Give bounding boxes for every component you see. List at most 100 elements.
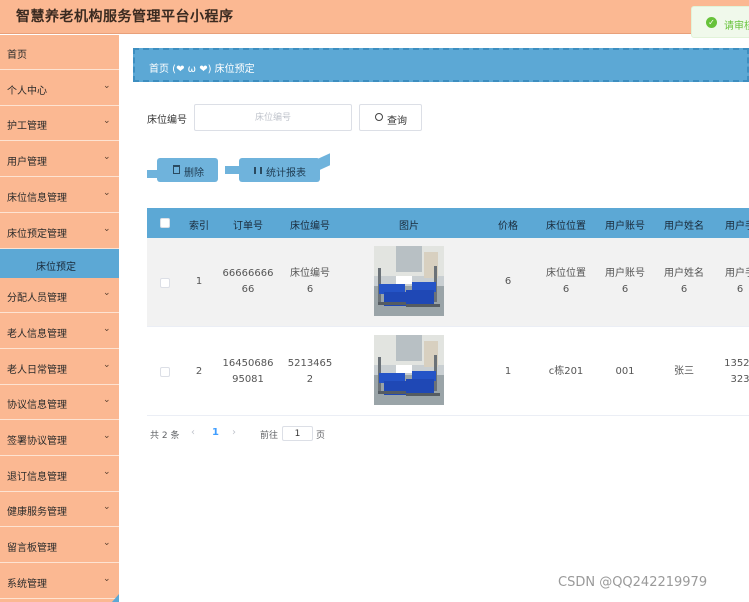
page-number-current[interactable]: 1 <box>212 427 219 438</box>
pagination: 共 2 条 ‹ 1 › 前往 页 <box>150 426 550 442</box>
chevron-left-icon[interactable]: ‹ <box>191 427 195 438</box>
chevron-down-icon: ⌄ <box>103 502 111 513</box>
sidebar-item-label: 首页 <box>7 50 27 61</box>
sidebar-item[interactable]: 老人日常管理 ⌄ <box>0 350 119 385</box>
cell-user-phone: 用户手6 <box>725 268 749 295</box>
sidebar-item-label: 护工管理 <box>7 121 47 133</box>
chevron-down-icon: ⌄ <box>103 187 111 198</box>
sidebar-item[interactable]: 健康服务管理 ⌄ <box>0 492 119 528</box>
sidebar-subitem-label: 床位预定 <box>36 262 76 274</box>
bed-photo-thumbnail[interactable] <box>374 246 444 316</box>
sidebar-item[interactable]: 床位信息管理 ⌄ <box>0 178 119 213</box>
row-checkbox[interactable] <box>160 278 170 288</box>
sidebar-corner-decoration <box>112 594 119 602</box>
row-checkbox[interactable] <box>160 367 170 377</box>
column-header-order-no: 订单号 <box>233 221 263 232</box>
sidebar-item[interactable]: 老人信息管理 ⌄ <box>0 314 119 349</box>
sidebar-item[interactable]: 护工管理 ⌄ <box>0 106 119 142</box>
select-all-checkbox[interactable] <box>160 218 170 228</box>
cell-price: 1 <box>504 366 512 377</box>
sidebar-item[interactable]: 协议信息管理 ⌄ <box>0 385 119 421</box>
sidebar-item[interactable]: 个人中心 ⌄ <box>0 71 119 106</box>
cell-index: 1 <box>195 276 203 287</box>
chevron-down-icon: ⌄ <box>103 538 111 549</box>
chevron-down-icon: ⌄ <box>103 80 111 91</box>
sidebar-item-label: 退订信息管理 <box>7 471 67 483</box>
cell-user-account: 001 <box>615 366 635 377</box>
chevron-down-icon: ⌄ <box>103 223 111 234</box>
statistics-report-label: 统计报表 <box>266 168 306 179</box>
check-circle-icon: ✓ <box>706 17 717 28</box>
column-header-bed-location: 床位位置 <box>546 221 586 232</box>
pagination-total: 共 2 条 <box>150 431 180 441</box>
sidebar-item[interactable]: 首页 <box>0 35 119 70</box>
bed-photo <box>374 335 444 405</box>
chevron-down-icon: ⌄ <box>103 466 111 477</box>
sidebar-item[interactable]: 退订信息管理 ⌄ <box>0 457 119 492</box>
sidebar-item-label: 床位信息管理 <box>7 192 67 204</box>
query-button-label: 查询 <box>387 116 407 127</box>
column-header-index: 索引 <box>189 221 209 232</box>
column-header-user-account: 用户账号 <box>605 221 645 232</box>
chevron-down-icon: ⌄ <box>103 431 111 441</box>
bed-photo-thumbnail[interactable] <box>374 335 444 405</box>
pagination-page-suffix: 页 <box>316 431 326 441</box>
chevron-right-icon[interactable]: › <box>232 427 236 438</box>
sidebar-item-label: 健康服务管理 <box>7 507 67 519</box>
sidebar-item-label: 老人信息管理 <box>7 328 67 340</box>
sidebar-item-label: 分配人员管理 <box>7 293 67 305</box>
cell-bed-no: 5213465 2 <box>287 358 333 385</box>
sidebar-item[interactable]: 系统管理 ⌄ <box>0 564 119 599</box>
app-title: 智慧养老机构服务管理平台小程序 <box>16 9 234 25</box>
sidebar-subitem-bed-booking[interactable]: 床位预定 <box>0 249 119 279</box>
sidebar-item[interactable]: 用户管理 ⌄ <box>0 142 119 178</box>
bar-chart-icon <box>254 167 262 174</box>
table-row[interactable]: 1 66666666 66 床位编号 6 6 床位位置 6 用户账号 6 用户姓… <box>147 238 749 327</box>
sidebar-item-label: 协议信息管理 <box>7 400 67 412</box>
sidebar-item[interactable]: 床位预定管理 ⌄ <box>0 214 119 249</box>
cell-user-name: 用户姓名 6 <box>664 268 704 295</box>
cell-bed-location: c栋201 <box>548 366 584 377</box>
column-header-user-phone: 用户手 <box>725 221 749 232</box>
sidebar-item-label: 留言板管理 <box>7 543 57 555</box>
sidebar-item[interactable]: 留言板管理 ⌄ <box>0 528 119 564</box>
sidebar-item[interactable]: 签署协议管理 ⌄ <box>0 421 119 456</box>
delete-button[interactable]: 删除 <box>157 158 218 182</box>
search-label: 床位编号 <box>147 115 187 126</box>
booking-table: 索引 订单号 床位编号 图片 价格 床位位置 用户账号 用户姓名 用户手 1 6… <box>147 208 749 418</box>
notification-toast: ✓ 请审核 <box>691 6 749 38</box>
sidebar-item-label: 系统管理 <box>7 578 47 590</box>
trash-icon <box>173 165 180 174</box>
cell-user-account: 用户账号 6 <box>605 268 645 295</box>
cell-order-no: 16450686 95081 <box>222 358 274 385</box>
chevron-down-icon: ⌄ <box>103 573 111 584</box>
sidebar-item[interactable]: 分配人员管理 ⌄ <box>0 278 119 314</box>
sidebar-item-label: 床位预定管理 <box>7 228 67 240</box>
query-button[interactable]: 查询 <box>359 104 422 131</box>
button-decoration-right <box>318 153 330 171</box>
column-header-bed-no: 床位编号 <box>290 221 330 232</box>
bed-number-search-input[interactable] <box>194 104 352 131</box>
column-header-price: 价格 <box>498 221 518 232</box>
sidebar-item-label: 个人中心 <box>7 85 47 97</box>
chevron-down-icon: ⌄ <box>103 359 111 370</box>
cell-order-no: 66666666 66 <box>222 268 274 295</box>
sidebar-item-label: 老人日常管理 <box>7 364 67 376</box>
delete-button-label: 删除 <box>184 168 204 179</box>
cell-user-name: 张三 <box>674 366 694 377</box>
sidebar-item-label: 用户管理 <box>7 157 47 169</box>
column-header-user-name: 用户姓名 <box>664 221 704 232</box>
app-header: 智慧养老机构服务管理平台小程序 <box>0 0 749 34</box>
chevron-down-icon: ⌄ <box>103 323 111 334</box>
statistics-report-button[interactable]: 统计报表 <box>239 158 320 182</box>
table-row[interactable]: 2 16450686 95081 5213465 2 1 c栋201 001 张… <box>147 327 749 416</box>
breadcrumb-text: 首页 (❤ ω ❤) 床位预定 <box>149 64 255 75</box>
table-header: 索引 订单号 床位编号 图片 价格 床位位置 用户账号 用户姓名 用户手 <box>147 208 749 238</box>
column-header-image: 图片 <box>399 221 419 232</box>
sidebar-item-label: 签署协议管理 <box>7 436 67 447</box>
page-jump-input[interactable] <box>282 426 313 441</box>
search-icon <box>375 113 383 121</box>
watermark-text: CSDN @QQ242219979 <box>558 575 708 590</box>
pagination-goto-label: 前往 <box>260 431 279 441</box>
chevron-down-icon: ⌄ <box>103 288 111 299</box>
